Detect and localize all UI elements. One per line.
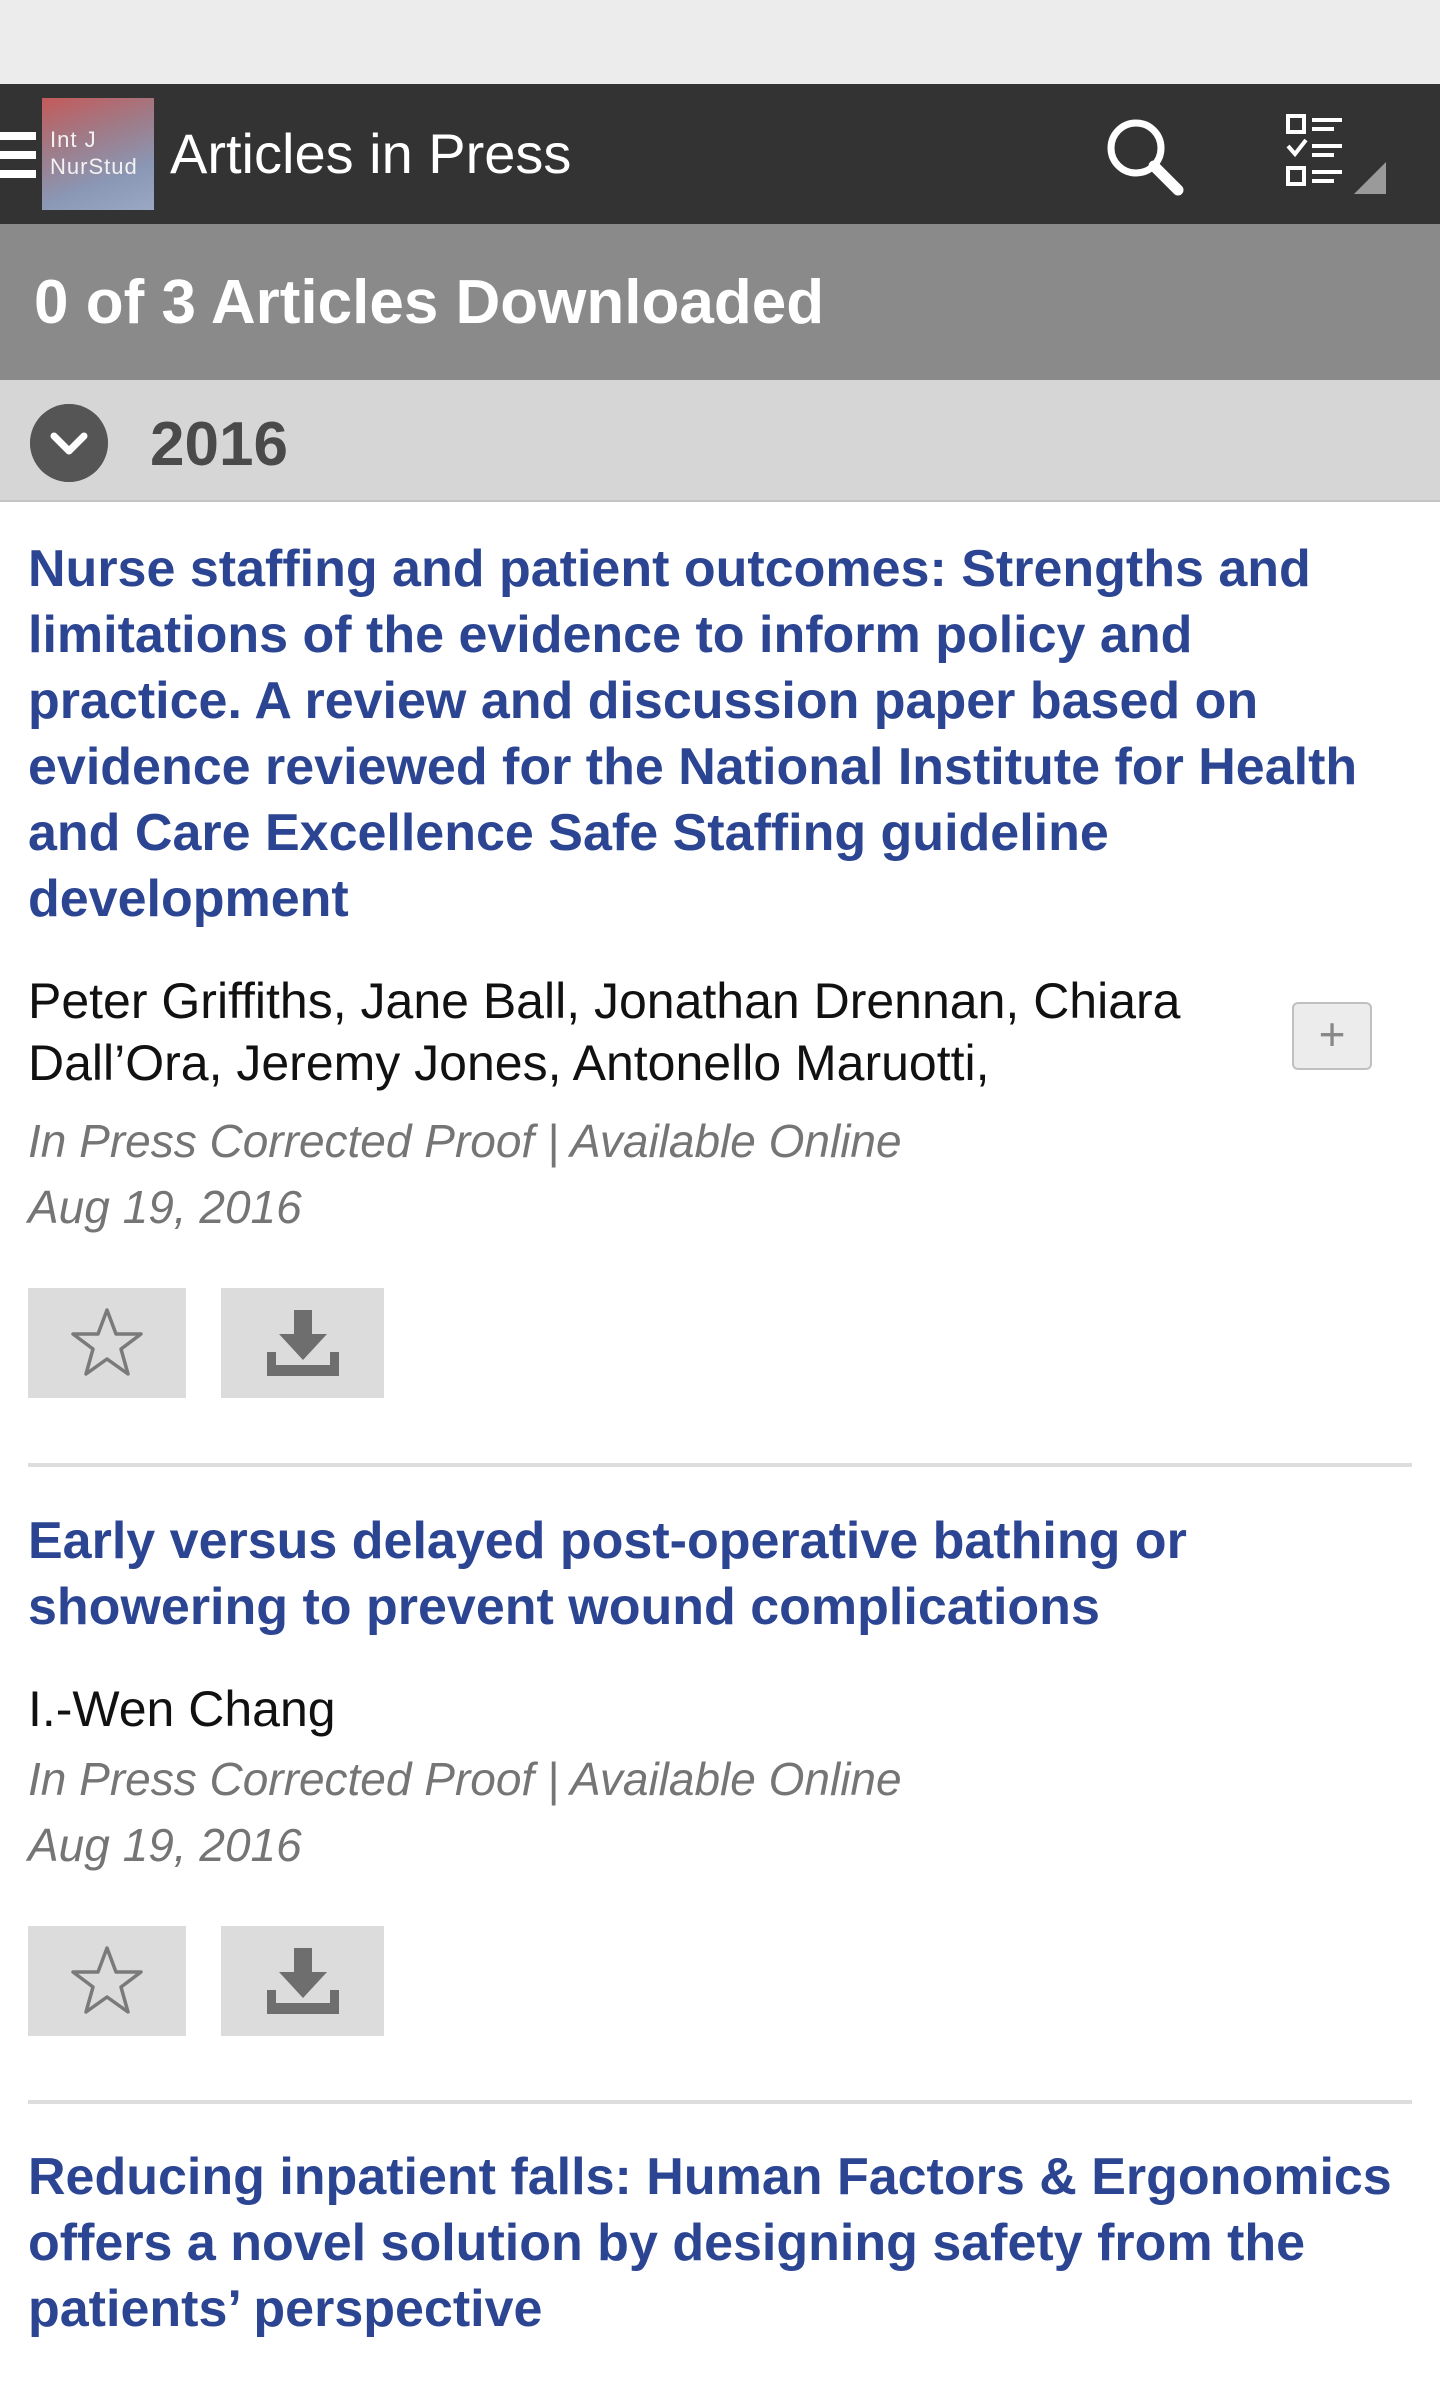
search-icon[interactable] xyxy=(1102,114,1186,198)
article-title-link[interactable]: Reducing inpatient falls: Human Factors … xyxy=(28,2144,1412,2342)
article-title-link[interactable]: Early versus delayed post-operative bath… xyxy=(28,1508,1412,1640)
star-icon xyxy=(71,1946,143,2014)
article-item: Reducing inpatient falls: Human Factors … xyxy=(28,2144,1412,2364)
article-status: In Press Corrected Proof | Available Onl… xyxy=(28,1115,902,1167)
app-bar: Int J NurStud Articles in Press xyxy=(0,84,1440,224)
download-icon xyxy=(266,1948,339,2014)
expand-authors-button[interactable]: + xyxy=(1292,1002,1372,1070)
article-authors: Peter Griffiths, Jane Ball, Jonathan Dre… xyxy=(28,973,1181,1091)
article-divider xyxy=(28,1463,1412,1467)
article-divider xyxy=(28,2100,1412,2104)
year-label: 2016 xyxy=(150,410,288,479)
app-title: Articles in Press xyxy=(170,122,572,185)
year-section-header[interactable]: 2016 xyxy=(0,380,1440,502)
download-icon xyxy=(266,1310,339,1376)
article-date: Aug 19, 2016 xyxy=(28,1181,302,1233)
chevron-down-icon[interactable] xyxy=(30,404,108,482)
downloads-summary: 0 of 3 Articles Downloaded xyxy=(34,268,825,337)
star-icon xyxy=(71,1308,143,1376)
filter-list-icon[interactable] xyxy=(1282,112,1392,202)
article-date: Aug 19, 2016 xyxy=(28,1819,302,1871)
article-item: Nurse staffing and patient outcomes: Str… xyxy=(28,536,1412,1398)
article-item: Early versus delayed post-operative bath… xyxy=(28,1508,1412,2038)
downloads-banner: 0 of 3 Articles Downloaded xyxy=(0,224,1440,380)
menu-icon[interactable] xyxy=(0,132,36,178)
article-authors: I.-Wen Chang xyxy=(28,1681,336,1737)
download-button[interactable] xyxy=(221,1288,384,1398)
article-title-link[interactable]: Nurse staffing and patient outcomes: Str… xyxy=(28,536,1412,932)
favorite-button[interactable] xyxy=(28,1926,186,2036)
download-button[interactable] xyxy=(221,1926,384,2036)
status-bar xyxy=(0,0,1440,84)
journal-logo[interactable]: Int J NurStud xyxy=(42,98,154,210)
logo-line-2: NurStud xyxy=(50,154,138,179)
article-status: In Press Corrected Proof | Available Onl… xyxy=(28,1753,902,1805)
favorite-button[interactable] xyxy=(28,1288,186,1398)
logo-line-1: Int J xyxy=(50,127,97,152)
